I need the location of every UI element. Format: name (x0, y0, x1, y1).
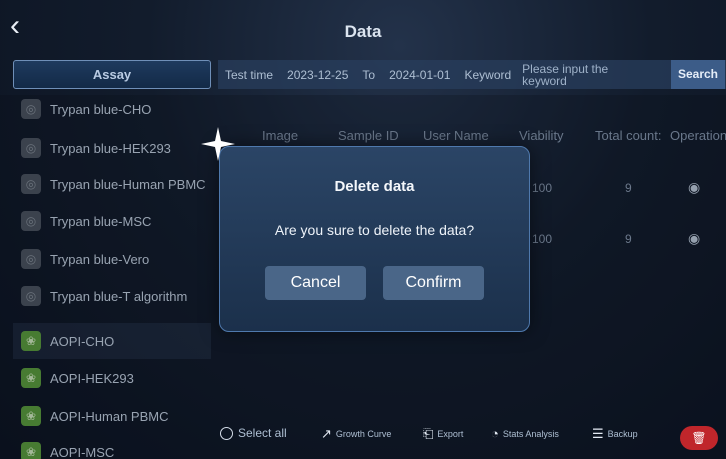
page-title: Data (344, 22, 382, 41)
to-label: To (362, 67, 376, 82)
test-time-label: Test time (225, 67, 274, 82)
filter-bar: Test time 2023-12-25 To 2024-01-01 Keywo… (218, 60, 726, 89)
growth-curve-button[interactable]: ↗ Growth Curve (321, 426, 391, 442)
search-button[interactable]: Search (671, 60, 725, 89)
stats-analysis-label: Stats Analysis (502, 428, 559, 439)
keyword-label: Keyword (464, 67, 512, 82)
backup-button[interactable]: ☰ Backup (592, 426, 638, 442)
end-date-field[interactable]: 2024-01-01 (382, 68, 457, 82)
export-label: Export (437, 429, 464, 439)
sparkle-icon (201, 127, 235, 161)
select-all-radio-icon[interactable] (220, 426, 233, 440)
delete-button[interactable]: 🗑︎ (680, 426, 718, 450)
backup-icon: ☰ (592, 426, 604, 441)
dialog-title: Delete data (334, 178, 415, 195)
backup-label: Backup (607, 429, 638, 439)
export-icon: ⎗ (423, 426, 434, 441)
select-all-toggle[interactable]: Select all (220, 426, 287, 440)
growth-curve-icon: ↗ (321, 426, 332, 441)
assay-header: Assay (13, 60, 211, 89)
cancel-button[interactable]: Cancel (265, 266, 366, 300)
pie-chart-icon: ◔ (491, 426, 499, 441)
keyword-input[interactable]: Please input the keyword (518, 63, 618, 87)
trash-icon: 🗑︎ (691, 431, 707, 445)
growth-curve-label: Growth Curve (335, 429, 392, 439)
dialog-message: Are you sure to delete the data? (274, 222, 475, 238)
start-date-field[interactable]: 2023-12-25 (280, 68, 355, 82)
stats-analysis-button[interactable]: ◔ Stats Analysis (491, 426, 559, 441)
confirm-button[interactable]: Confirm (383, 266, 484, 300)
select-all-label: Select all (238, 426, 287, 440)
export-button[interactable]: ⎗ Export (423, 426, 463, 442)
delete-data-dialog: Delete data Are you sure to delete the d… (219, 146, 530, 332)
